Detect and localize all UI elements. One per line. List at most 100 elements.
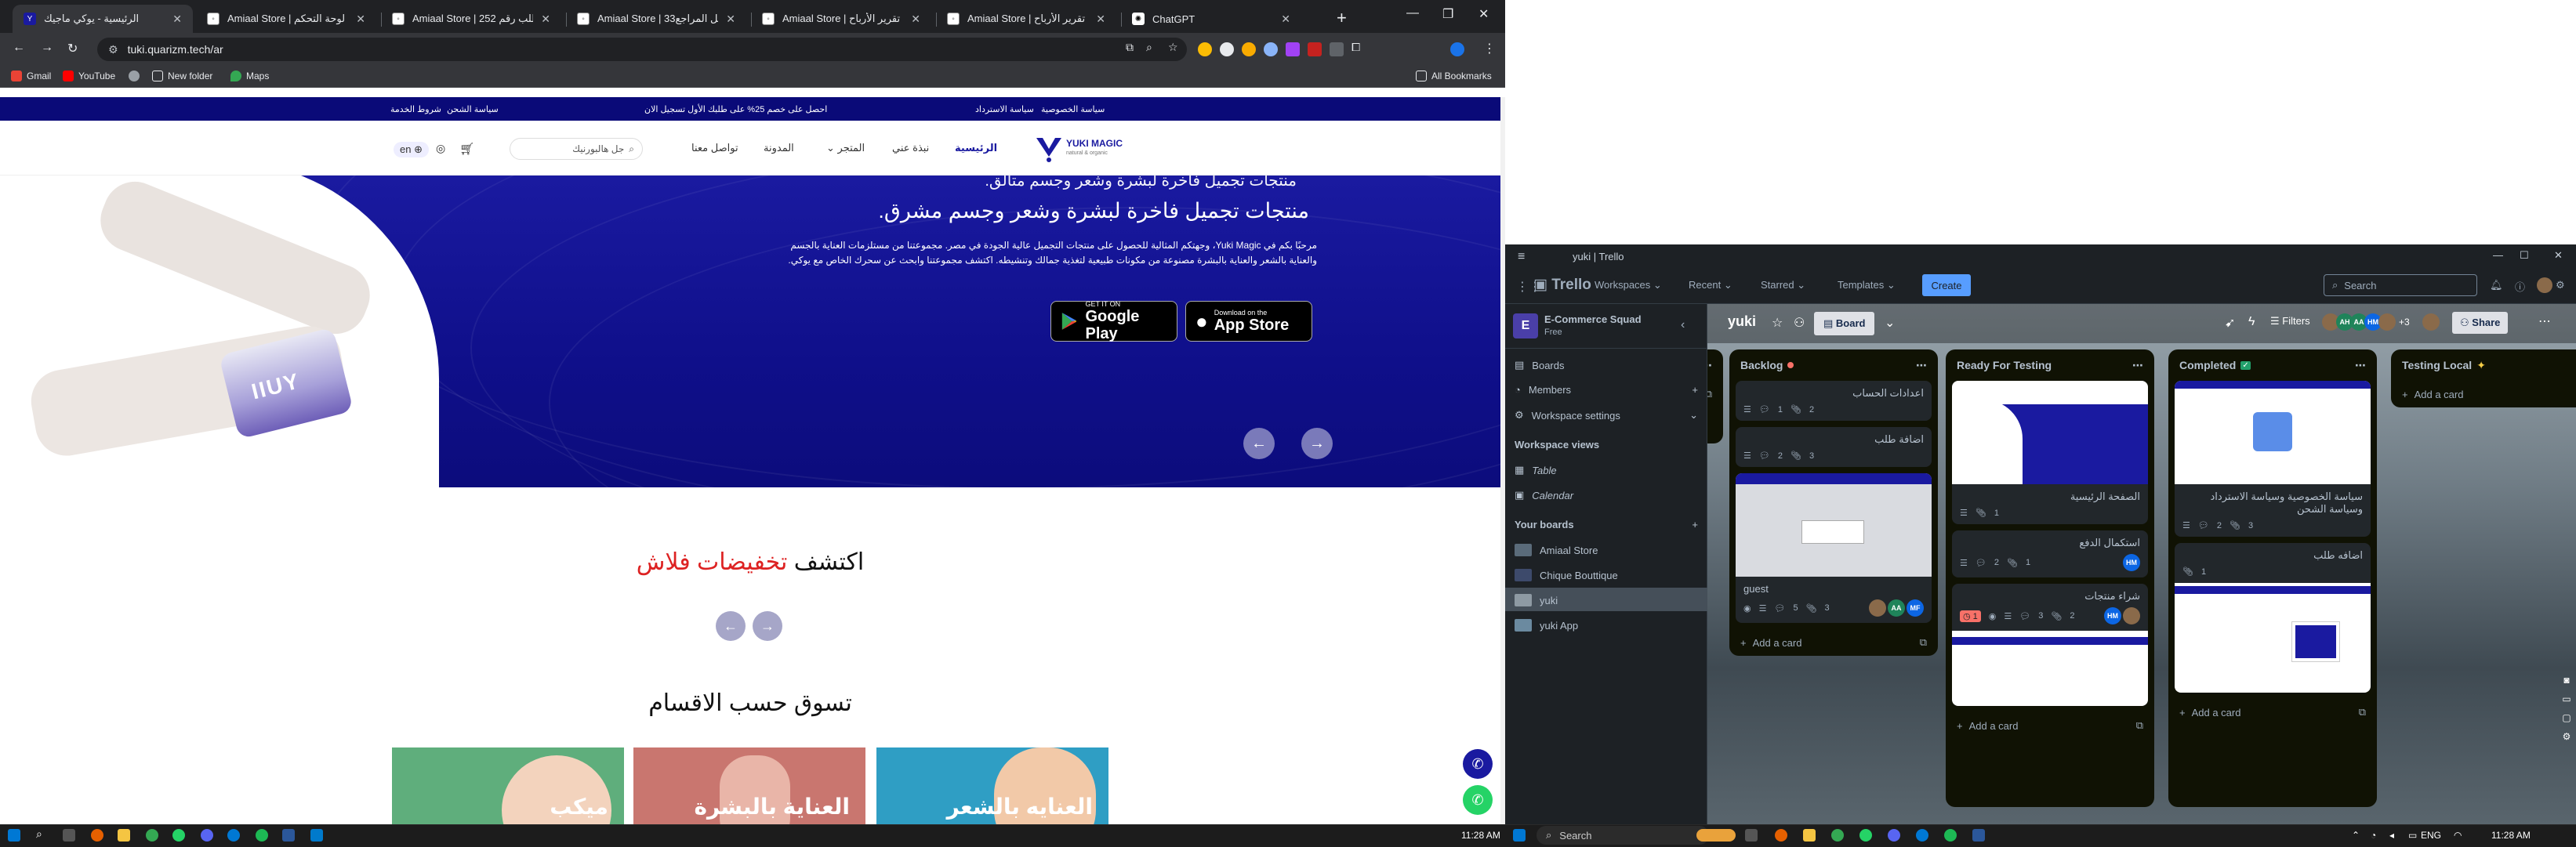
window-icon[interactable]: ▢ bbox=[2559, 708, 2574, 727]
reload-icon[interactable]: ↻ bbox=[67, 41, 78, 56]
terms-link[interactable]: شروط الخدمة bbox=[390, 104, 441, 114]
close-tab-icon[interactable]: ✕ bbox=[356, 13, 365, 26]
add-card-button[interactable]: + Add a card ⧉ bbox=[2175, 699, 2371, 726]
help-icon[interactable]: ⓘ bbox=[2515, 279, 2525, 294]
firefox-icon[interactable] bbox=[91, 829, 103, 842]
list-menu-icon[interactable]: ⋯ bbox=[2132, 359, 2143, 372]
template-icon[interactable]: ⧉ bbox=[2359, 706, 2366, 719]
file-explorer-icon[interactable] bbox=[118, 829, 130, 842]
tab-chatgpt[interactable]: ✺ ChatGPT ✕ bbox=[1121, 5, 1301, 33]
user-icon[interactable]: ◎ bbox=[436, 142, 445, 155]
sidebar-board-amiaal[interactable]: Amiaal Store bbox=[1515, 544, 1598, 556]
cart-icon[interactable]: 🛒︎ bbox=[459, 142, 474, 156]
card[interactable]: اضافه طلب 📎︎ 1 bbox=[2175, 543, 2371, 693]
battery-icon[interactable]: ▭ bbox=[2408, 830, 2417, 841]
category-card-hair[interactable]: العنايه بالشعر bbox=[876, 747, 1108, 824]
list-menu-icon[interactable]: ⋯ bbox=[1916, 359, 1927, 372]
install-icon[interactable]: ⧉ bbox=[1126, 41, 1134, 54]
spotify-icon[interactable] bbox=[1944, 829, 1957, 842]
close-window-icon[interactable]: ✕ bbox=[1478, 6, 1489, 22]
back-icon[interactable]: ← bbox=[13, 41, 25, 55]
bookmark-gmail[interactable]: Gmail bbox=[11, 71, 51, 81]
tab-profit-report-1[interactable]: ◦ Amiaal Store | تقرير الأرباح ✕ bbox=[751, 5, 931, 33]
menu-kebab-icon[interactable]: ⋮ bbox=[1483, 41, 1496, 56]
nav-home[interactable]: الرئيسية bbox=[955, 142, 997, 154]
minimize-icon[interactable]: — bbox=[2493, 249, 2503, 261]
extension-icon[interactable] bbox=[1220, 42, 1234, 56]
sidebar-board-chique[interactable]: Chique Bouttique bbox=[1515, 569, 1618, 581]
zoom-icon[interactable]: ⌕ bbox=[1146, 41, 1152, 54]
board-title[interactable]: yuki bbox=[1728, 313, 1756, 330]
minimize-icon[interactable]: — bbox=[1406, 6, 1419, 20]
add-card-button[interactable]: + Add a card bbox=[2397, 381, 2576, 407]
language-switch[interactable]: en ⊕ bbox=[394, 142, 429, 157]
settings-gear-icon[interactable]: ⚙ bbox=[2556, 279, 2565, 291]
hero-next-button[interactable]: → bbox=[1301, 428, 1333, 459]
search-input[interactable]: جل هالبورنيك ⌕ bbox=[510, 138, 643, 160]
whatsapp-button[interactable]: ✆ bbox=[1463, 785, 1493, 815]
refund-policy-link[interactable]: سياسة الاسترداد bbox=[975, 104, 1034, 114]
filters-button[interactable]: ☰ Filters bbox=[2270, 315, 2310, 328]
card[interactable]: سياسة الخصوصية وسياسة الاسترداد وسياسة ا… bbox=[2175, 381, 2371, 537]
extension-icon[interactable] bbox=[1242, 42, 1256, 56]
nav-about[interactable]: نبذة عني bbox=[892, 142, 929, 154]
vscode-icon[interactable] bbox=[310, 829, 323, 842]
template-icon[interactable]: ⧉ bbox=[1707, 388, 1712, 400]
google-play-button[interactable]: GET IT ON Google Play bbox=[1050, 300, 1177, 342]
volume-icon[interactable]: ◂ bbox=[2389, 830, 2394, 841]
bookmark-new-folder[interactable]: New folder bbox=[152, 71, 212, 81]
list-header[interactable]: Ready For Testing ⋯ bbox=[1952, 349, 2148, 381]
chevron-down-icon[interactable]: ⌄ bbox=[1885, 315, 1895, 331]
search-input[interactable]: ⌕ Search bbox=[2324, 274, 2477, 296]
tab-order[interactable]: ◦ Amiaal Store | تفاصيل الطلب رقم 252 ✕ bbox=[381, 5, 561, 33]
site-info-icon[interactable]: ⚙ bbox=[108, 43, 118, 56]
list-header[interactable]: Completed ✓ ⋯ bbox=[2175, 349, 2371, 381]
nav-blog[interactable]: المدونة bbox=[764, 142, 794, 154]
workspace-name[interactable]: E-Commerce Squad bbox=[1544, 313, 1642, 325]
address-bar[interactable]: ⚙ tuki.quarizm.tech/ar bbox=[97, 38, 1187, 61]
lightning-icon[interactable]: ϟ bbox=[2248, 315, 2255, 329]
sidebar-item-members[interactable]: ◔ Members + bbox=[1515, 384, 1698, 396]
nav-store[interactable]: ⌄ المتجر bbox=[826, 142, 865, 154]
list-menu-icon[interactable]: ⋯ bbox=[2355, 359, 2366, 372]
collapse-sidebar-icon[interactable]: ‹ bbox=[1681, 318, 1685, 332]
extension-icon[interactable] bbox=[1198, 42, 1212, 56]
edge-icon[interactable] bbox=[1916, 829, 1928, 842]
settings-gear-icon[interactable]: ⚙ bbox=[2559, 727, 2574, 746]
clock-left[interactable]: 11:28 AM bbox=[1461, 830, 1500, 841]
category-card-makeup[interactable]: ميكب bbox=[392, 747, 624, 824]
start-icon[interactable] bbox=[1513, 829, 1526, 842]
visibility-icon[interactable]: ⚇ bbox=[1794, 315, 1805, 331]
add-card-button[interactable]: + Add a card ⧉ bbox=[1952, 712, 2148, 739]
close-tab-icon[interactable]: ✕ bbox=[911, 13, 920, 26]
sidebar-item-boards[interactable]: ▤ Boards bbox=[1515, 359, 1565, 371]
tab-profit-report-2[interactable]: ◦ Amiaal Store | تقرير الأرباح ✕ bbox=[936, 5, 1116, 33]
card[interactable]: اضافة طلب ☰ 💬︎ 2 📎︎ 3 bbox=[1736, 427, 1932, 467]
profile-avatar[interactable] bbox=[2537, 277, 2552, 293]
word-icon[interactable] bbox=[1972, 829, 1985, 842]
firefox-icon[interactable] bbox=[1775, 829, 1787, 842]
owner-avatar[interactable] bbox=[2422, 313, 2440, 331]
star-icon[interactable]: ☆ bbox=[1772, 315, 1783, 331]
extension-icon[interactable] bbox=[1308, 42, 1322, 56]
create-button[interactable]: Create bbox=[1922, 274, 1971, 296]
task-view-icon[interactable] bbox=[1745, 829, 1758, 842]
board-members[interactable]: AH AA HM +3 bbox=[2322, 313, 2410, 331]
trello-logo[interactable]: ▣ Trello bbox=[1533, 276, 1591, 294]
add-card-button[interactable]: + Add a card ⧉ bbox=[1736, 629, 1932, 656]
close-tab-icon[interactable]: ✕ bbox=[1281, 13, 1290, 26]
hero-prev-button[interactable]: ← bbox=[1243, 428, 1275, 459]
privacy-policy-link[interactable]: سياسة الخصوصية bbox=[1041, 104, 1105, 114]
template-icon[interactable]: ⧉ bbox=[1920, 636, 1927, 649]
bookmark-youtube[interactable]: YouTube bbox=[63, 71, 115, 81]
list-header[interactable]: Testing Local ✦ bbox=[2397, 349, 2576, 381]
flash-next-button[interactable]: → bbox=[753, 611, 782, 641]
menu-recent[interactable]: Recent ⌄ bbox=[1689, 279, 1732, 291]
taskbar-search[interactable]: ⌕ Search bbox=[1537, 826, 1709, 845]
whatsapp-icon[interactable] bbox=[172, 829, 185, 842]
word-icon[interactable] bbox=[282, 829, 295, 842]
puzzle-icon[interactable]: ⧠ bbox=[1351, 41, 1360, 54]
tab-dashboard[interactable]: ◦ Amiaal Store | لوحة التحكم ✕ bbox=[196, 5, 376, 33]
extension-icon[interactable] bbox=[1286, 42, 1300, 56]
category-card-skin[interactable]: العناية بالبشرة bbox=[633, 747, 865, 824]
